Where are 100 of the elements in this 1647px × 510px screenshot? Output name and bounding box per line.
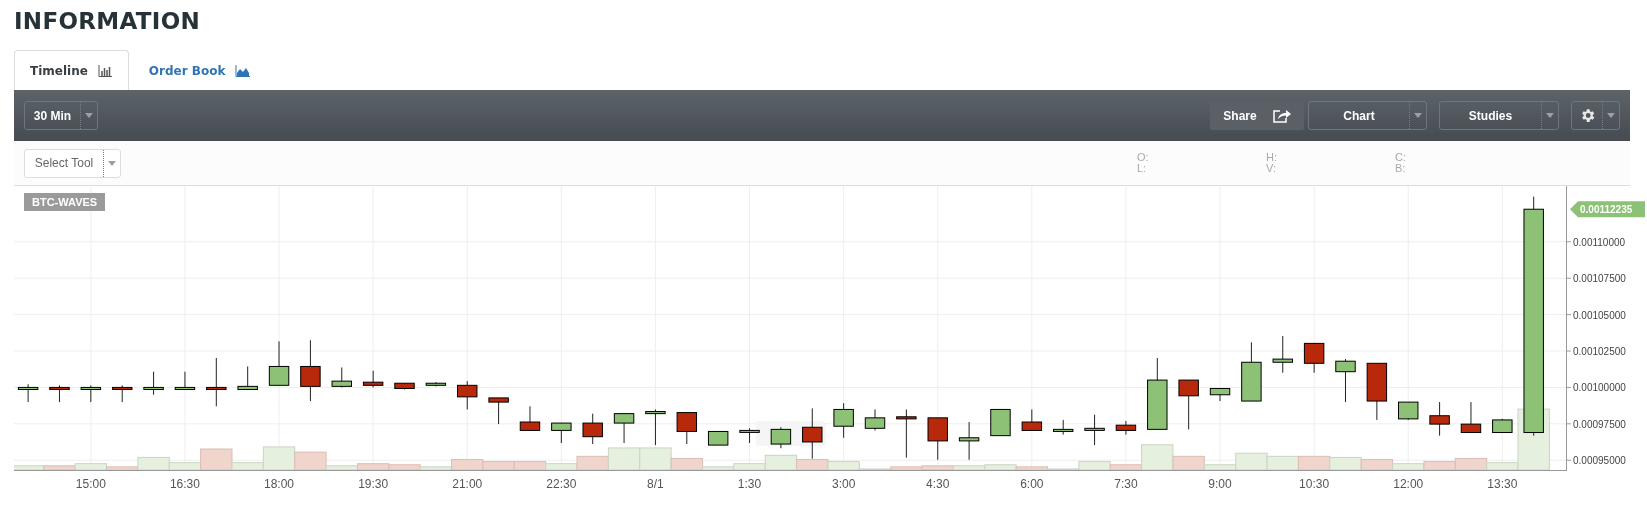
candlestick (1021, 408, 1043, 431)
candlestick (1053, 419, 1074, 436)
ohlc-label: V: (1266, 163, 1276, 174)
candlestick (300, 339, 321, 402)
axis-label: 8/1 (647, 477, 664, 491)
candlestick (990, 408, 1011, 437)
candlestick (1303, 342, 1325, 374)
axis-label: 6:00 (1020, 477, 1044, 491)
ohlc-label: O: (1137, 152, 1149, 163)
ohlc-label: H: (1266, 152, 1277, 163)
candlestick (174, 371, 196, 390)
axis-label: 0.00097500 (1573, 418, 1626, 430)
volume-bar (1297, 455, 1331, 471)
candlestick (833, 402, 854, 439)
volume-bar (1266, 455, 1299, 471)
chart-dropdown[interactable]: Chart (1308, 101, 1427, 130)
candlestick (457, 380, 478, 410)
axis-label: 9:00 (1208, 477, 1232, 491)
candlestick (112, 384, 133, 403)
axis-label: 22:30 (546, 477, 577, 491)
candlestick (488, 397, 509, 425)
axis-label: 12:00 (1393, 477, 1424, 491)
candlestick (770, 426, 792, 449)
symbol-label: BTC-WAVES (24, 193, 106, 211)
ohlc-label: B: (1395, 163, 1406, 174)
candlestick (613, 413, 635, 444)
bar-chart-icon (97, 64, 112, 77)
caret-icon (1607, 113, 1615, 118)
axis-label: 16:30 (169, 477, 200, 491)
candlestick (739, 427, 760, 444)
axis-label: 7:30 (1114, 477, 1138, 491)
caret-icon (1546, 113, 1554, 118)
axis-label: 0.00105000 (1573, 309, 1626, 321)
axis-label: 18:00 (264, 477, 295, 491)
candlestick (394, 382, 415, 390)
candlestick (645, 408, 666, 446)
axis-label: 1:30 (737, 477, 762, 491)
price-tag: 0.00112235 (1570, 201, 1645, 218)
axis-label: 0.00102500 (1573, 346, 1626, 357)
tab[interactable]: Timeline (14, 50, 129, 90)
volume-bar (796, 459, 829, 471)
candlestick (958, 421, 980, 461)
volume-bar (1423, 461, 1456, 471)
axis-label: 13:30 (1487, 477, 1518, 491)
candlestick (1335, 358, 1356, 403)
ohlc-label: C: (1395, 152, 1406, 163)
candlestick (1272, 335, 1293, 374)
candlestick (1398, 401, 1419, 421)
ohlc-label: L: (1137, 163, 1147, 174)
caret-icon (1414, 113, 1422, 118)
candlestick (1492, 418, 1513, 433)
caret-icon (85, 113, 93, 118)
caret-icon (108, 160, 116, 166)
axis-label: 3:00 (831, 477, 856, 491)
candlestick (143, 371, 164, 396)
candlestick (707, 430, 729, 446)
candlestick (802, 407, 823, 460)
axis-label: 15:00 (75, 477, 106, 491)
candlestick (927, 417, 948, 461)
axis-label: 0.00107500 (1573, 273, 1626, 285)
candlestick (1366, 362, 1388, 421)
candlestick (1115, 420, 1137, 436)
studies-dropdown[interactable]: Studies (1439, 101, 1559, 130)
candlestick (1460, 401, 1482, 433)
axis-label: 4:30 (926, 477, 950, 491)
axis-label: 21:00 (452, 477, 483, 491)
interval-dropdown[interactable]: 30 Min (24, 101, 98, 130)
candlestick (1209, 387, 1231, 402)
candlestick (1241, 341, 1262, 402)
candlestick (49, 384, 70, 403)
candlestick (1178, 379, 1199, 430)
candlestick (896, 408, 917, 459)
settings-dropdown[interactable] (1571, 101, 1620, 130)
volume-bar (513, 461, 547, 471)
candlestick (362, 370, 384, 388)
tool-select-dropdown[interactable]: Select Tool (24, 148, 121, 178)
axis-label: 0.00095000 (1573, 455, 1626, 467)
share-button[interactable]: Share (1210, 101, 1304, 130)
candlestick (864, 408, 886, 431)
candlestick (551, 422, 572, 444)
area-chart-icon (235, 64, 251, 77)
share-icon (1272, 108, 1291, 123)
candlestick (582, 413, 603, 445)
candlestick (1084, 414, 1105, 446)
candlestick (331, 367, 352, 388)
axis-label: 0.00110000 (1573, 236, 1626, 248)
candlestick (17, 383, 39, 403)
candlestick (519, 405, 541, 431)
axis-label: 10:30 (1299, 477, 1330, 491)
candlestick (237, 365, 258, 390)
candlestick (206, 357, 227, 407)
candlestick (425, 381, 447, 387)
volume-bar (482, 461, 515, 471)
page-title: INFORMATION (14, 8, 202, 36)
candlestick (80, 384, 102, 403)
axis-label: 0.00100000 (1573, 382, 1626, 394)
candlestick (676, 412, 698, 445)
candlestick (268, 340, 290, 386)
candlestick (1429, 401, 1450, 437)
volume-bar (1329, 456, 1362, 471)
